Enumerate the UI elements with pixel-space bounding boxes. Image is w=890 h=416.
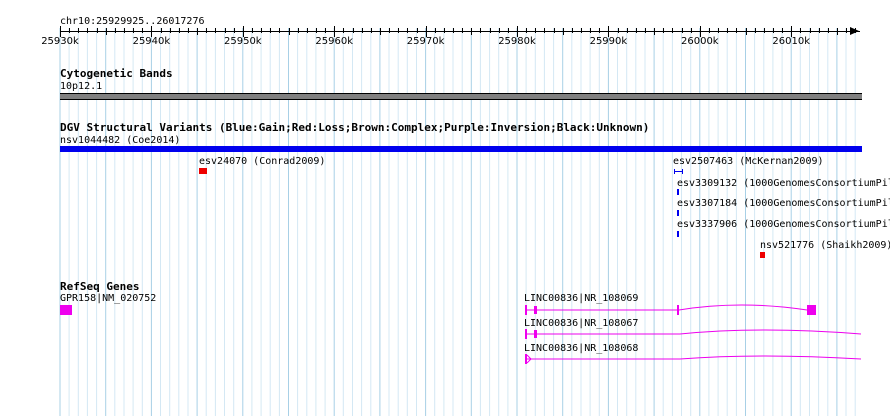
gene-model-nr-108067[interactable] xyxy=(525,329,862,339)
gene-model-nr-108068[interactable] xyxy=(525,354,862,364)
genome-browser-view: chr10:25929925..26017276 25930k 25940k 259… xyxy=(0,0,890,416)
gene-models xyxy=(525,304,862,364)
gene-model-nr-108069[interactable] xyxy=(525,304,816,315)
